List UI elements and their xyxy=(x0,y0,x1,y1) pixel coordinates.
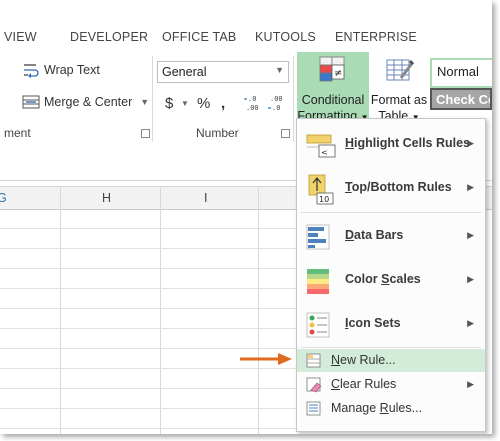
data-bars-icon xyxy=(306,224,330,250)
color-scales-icon xyxy=(307,269,329,294)
column-header-g[interactable]: G xyxy=(0,191,7,205)
conditional-formatting-menu: < Highlight Cells Rules ▶ 10 Top/Bottom … xyxy=(296,118,486,432)
chevron-down-icon[interactable]: ▼ xyxy=(140,97,149,107)
merge-center-label: Merge & Center xyxy=(44,95,133,109)
row-divider xyxy=(0,308,300,309)
menu-item-new-rule[interactable]: New Rule... xyxy=(297,349,485,372)
chevron-right-icon: ▶ xyxy=(467,138,474,148)
format-as-table-icon xyxy=(386,59,415,81)
row-divider xyxy=(0,328,300,329)
menu-item-label: Top/Bottom Rules xyxy=(345,180,452,194)
row-divider xyxy=(0,228,300,229)
alignment-group-label: ment xyxy=(4,126,31,140)
chevron-right-icon: ▶ xyxy=(467,379,474,389)
menu-separator xyxy=(301,212,481,213)
new-rule-icon xyxy=(306,353,321,368)
chevron-down-icon[interactable]: ▼ xyxy=(181,99,189,108)
column-header-h[interactable]: H xyxy=(102,191,111,205)
svg-text:.0: .0 xyxy=(248,95,256,103)
chevron-right-icon: ▶ xyxy=(467,318,474,328)
cell-style-normal[interactable]: Normal xyxy=(430,58,492,88)
svg-text:.00: .00 xyxy=(270,95,283,103)
group-divider xyxy=(293,56,294,142)
menu-item-label: Data Bars xyxy=(345,228,404,242)
column-divider xyxy=(160,186,161,434)
menu-item-data-bars[interactable]: Data Bars ▶ xyxy=(297,215,485,257)
row-divider xyxy=(0,388,300,389)
tab-kutools[interactable]: KUTOOLS xyxy=(255,30,316,44)
excel-window: VIEW DEVELOPER OFFICE TAB KUTOOLS ENTERP… xyxy=(0,0,492,434)
menu-item-label: Highlight Cells Rules xyxy=(345,136,471,150)
column-header-i[interactable]: I xyxy=(204,191,207,205)
tab-office-tab[interactable]: OFFICE TAB xyxy=(162,30,236,44)
row-divider xyxy=(0,268,300,269)
number-dialog-launcher[interactable] xyxy=(281,129,290,138)
menu-item-icon-sets[interactable]: Icon Sets ▶ xyxy=(297,303,485,345)
decrease-decimal-icon[interactable]: .00 .0 xyxy=(268,93,288,113)
menu-item-manage-rules[interactable]: Manage Rules... xyxy=(297,397,485,420)
column-divider xyxy=(60,186,61,434)
tab-view[interactable]: VIEW xyxy=(4,30,37,44)
top-bottom-rules-icon: 10 xyxy=(308,174,334,205)
menu-item-label: Clear Rules xyxy=(331,377,397,391)
pointer-arrow-icon xyxy=(240,353,292,365)
menu-item-color-scales[interactable]: Color Scales ▶ xyxy=(297,259,485,301)
manage-rules-icon xyxy=(306,401,321,416)
wrap-text-label: Wrap Text xyxy=(44,63,100,77)
wrap-text-icon xyxy=(24,64,39,78)
svg-text:.0: .0 xyxy=(272,104,280,112)
svg-text:≠: ≠ xyxy=(334,68,342,79)
number-format-combo[interactable]: General ▼ xyxy=(157,61,289,83)
tab-enterprise[interactable]: ENTERPRISE xyxy=(335,30,417,44)
icon-sets-icon xyxy=(306,312,330,338)
menu-item-highlight-cells-rules[interactable]: < Highlight Cells Rules ▶ xyxy=(297,123,485,165)
merge-center-icon xyxy=(22,95,40,109)
menu-separator xyxy=(301,347,481,348)
increase-decimal-icon[interactable]: .0 .00 xyxy=(244,93,264,113)
chevron-right-icon: ▶ xyxy=(467,274,474,284)
row-divider xyxy=(0,428,300,429)
menu-item-label: Color Scales xyxy=(345,272,421,286)
menu-item-label: Icon Sets xyxy=(345,316,401,330)
menu-item-label: Manage Rules... xyxy=(331,401,423,415)
row-divider xyxy=(0,408,300,409)
comma-button[interactable]: , xyxy=(221,95,225,112)
row-divider xyxy=(0,288,300,289)
svg-text:.00: .00 xyxy=(246,104,259,112)
menu-item-clear-rules[interactable]: Clear Rules ▶ xyxy=(297,373,485,396)
ribbon-tabs: VIEW DEVELOPER OFFICE TAB KUTOOLS ENTERP… xyxy=(0,24,492,50)
group-divider xyxy=(152,56,153,142)
menu-item-label: New Rule... xyxy=(331,353,396,367)
column-divider xyxy=(258,186,259,434)
chevron-down-icon: ▼ xyxy=(275,65,284,75)
row-divider xyxy=(0,348,300,349)
row-divider xyxy=(0,368,300,369)
currency-button[interactable]: $ xyxy=(165,95,173,112)
chevron-right-icon: ▶ xyxy=(467,230,474,240)
tab-developer[interactable]: DEVELOPER xyxy=(70,30,148,44)
number-format-value: General xyxy=(162,65,207,79)
conditional-formatting-icon: ≠ xyxy=(319,56,345,82)
eraser-icon xyxy=(306,377,322,393)
svg-text:<: < xyxy=(321,148,328,157)
number-group-label: Number xyxy=(196,126,239,140)
row-divider xyxy=(0,248,300,249)
cell-style-check-cell[interactable]: Check Ce xyxy=(430,88,492,110)
percent-button[interactable]: % xyxy=(197,95,210,112)
menu-item-top-bottom-rules[interactable]: 10 Top/Bottom Rules ▶ xyxy=(297,167,485,209)
chevron-right-icon: ▶ xyxy=(467,182,474,192)
highlight-cells-rules-icon: < xyxy=(306,134,336,158)
wrap-text-button[interactable]: Wrap Text xyxy=(22,62,100,78)
svg-text:10: 10 xyxy=(319,195,329,204)
alignment-dialog-launcher[interactable] xyxy=(141,129,150,138)
merge-center-button[interactable]: Merge & Center ▼ xyxy=(22,94,149,110)
